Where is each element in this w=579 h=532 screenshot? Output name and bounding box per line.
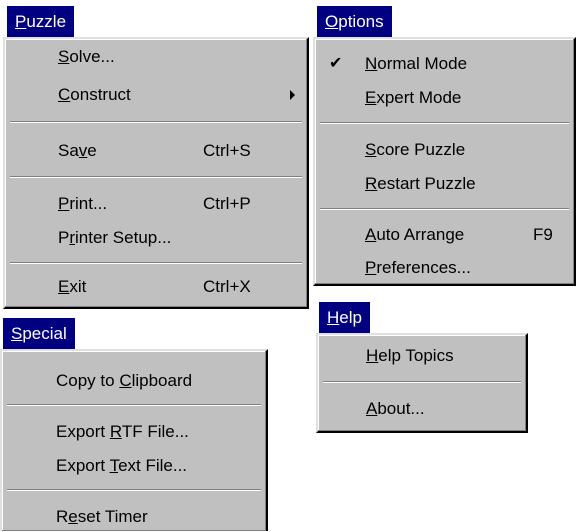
separator	[323, 381, 521, 383]
menu-item-help-topics[interactable]: Help Topics	[366, 341, 454, 371]
menu-item-about[interactable]: About...	[366, 394, 425, 424]
menu-item-exit[interactable]: Exit Ctrl+X	[58, 272, 293, 302]
puzzle-menu-title[interactable]: Puzzle	[7, 6, 75, 37]
shortcut-auto-arrange: F9	[533, 225, 553, 244]
menu-item-export-text[interactable]: Export Text File...	[56, 451, 187, 481]
check-icon: ✔	[329, 55, 343, 72]
separator	[10, 262, 302, 264]
menu-item-printer-setup[interactable]: Printer Setup...	[58, 223, 171, 253]
menu-item-export-rtf[interactable]: Export RTF File...	[56, 417, 189, 447]
menu-item-save[interactable]: Save Ctrl+S	[58, 136, 293, 166]
shortcut-print: Ctrl+P	[203, 194, 251, 213]
separator	[7, 489, 261, 491]
separator	[10, 121, 302, 123]
menu-item-copy-clipboard[interactable]: Copy to Clipboard	[56, 366, 192, 396]
chevron-right-icon	[290, 90, 295, 100]
separator	[320, 208, 569, 210]
options-menu-title[interactable]: Options	[317, 6, 392, 37]
menu-item-preferences[interactable]: Preferences...	[365, 253, 471, 283]
options-menu-panel: ✔ Normal Mode Expert Mode Score Puzzle R…	[313, 37, 576, 286]
menu-item-score-puzzle[interactable]: Score Puzzle	[365, 135, 465, 165]
help-menu-title[interactable]: Help	[319, 302, 370, 333]
menu-item-restart-puzzle[interactable]: Restart Puzzle	[365, 169, 476, 199]
menu-item-reset-timer[interactable]: Reset Timer	[56, 502, 148, 532]
shortcut-save: Ctrl+S	[203, 141, 251, 160]
menu-item-construct[interactable]: Construct	[58, 80, 298, 110]
special-menu-panel: Copy to Clipboard Export RTF File... Exp…	[0, 349, 268, 531]
menu-item-expert-mode[interactable]: Expert Mode	[365, 83, 461, 113]
separator	[7, 404, 261, 406]
shortcut-exit: Ctrl+X	[203, 277, 251, 296]
menu-item-print[interactable]: Print... Ctrl+P	[58, 189, 293, 219]
separator	[320, 122, 569, 124]
menu-item-solve[interactable]: Solve...	[58, 42, 115, 72]
menu-item-normal-mode[interactable]: ✔ Normal Mode	[329, 49, 569, 79]
separator	[10, 176, 302, 178]
puzzle-menu-panel: Solve... Construct Save Ctrl+S Print... …	[3, 37, 309, 309]
help-menu-panel: Help Topics About...	[316, 333, 528, 433]
menu-item-auto-arrange[interactable]: Auto Arrange F9	[365, 220, 560, 250]
special-menu-title[interactable]: Special	[3, 318, 75, 349]
